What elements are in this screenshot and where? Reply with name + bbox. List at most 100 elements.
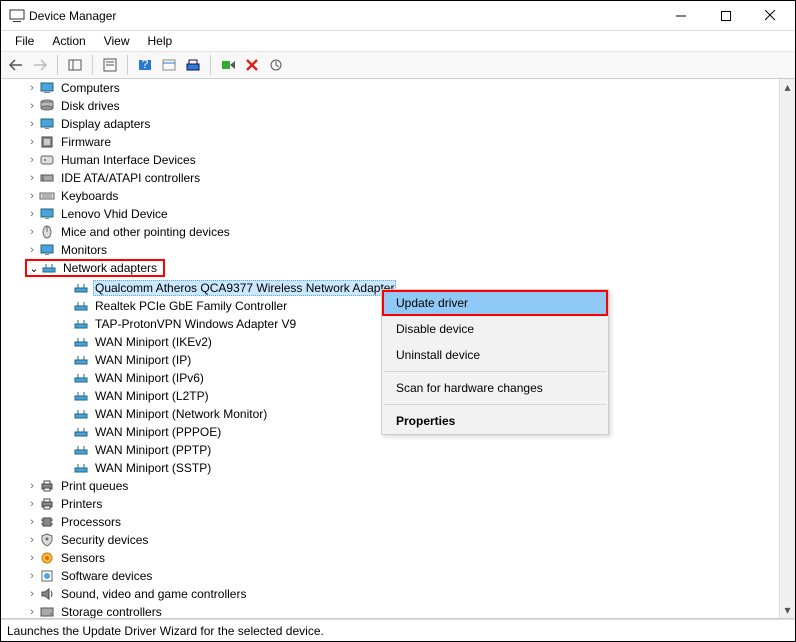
expand-chevron-icon[interactable]: › xyxy=(25,534,39,546)
vertical-scrollbar[interactable]: ▴ ▾ xyxy=(779,79,795,618)
show-hide-button[interactable] xyxy=(64,54,86,76)
tree-item-label: Processors xyxy=(59,515,123,529)
tree-category[interactable]: ›Computers xyxy=(7,79,779,97)
tree-category-network[interactable]: ⌄Network adapters xyxy=(25,259,165,277)
tree-item-label: Security devices xyxy=(59,533,150,547)
expand-chevron-icon[interactable]: › xyxy=(25,208,39,220)
tree-item-label: Keyboards xyxy=(59,189,120,203)
expand-chevron-icon[interactable]: › xyxy=(25,498,39,510)
expand-chevron-icon[interactable]: › xyxy=(25,226,39,238)
tree-category[interactable]: ›Print queues xyxy=(7,477,779,495)
tree-item-label: WAN Miniport (SSTP) xyxy=(93,461,213,475)
menu-view[interactable]: View xyxy=(96,32,138,50)
svg-text:?: ? xyxy=(142,58,149,71)
tree-item-label: IDE ATA/ATAPI controllers xyxy=(59,171,202,185)
back-button[interactable] xyxy=(5,54,27,76)
tree-item-label: Lenovo Vhid Device xyxy=(59,207,170,221)
update-driver-button[interactable] xyxy=(182,54,204,76)
tree-category[interactable]: ›Monitors xyxy=(7,241,779,259)
tree-category[interactable]: › Processors xyxy=(7,513,779,531)
context-menu-item[interactable]: Uninstall device xyxy=(382,342,608,368)
expand-chevron-icon[interactable]: › xyxy=(25,606,39,618)
network-icon xyxy=(73,424,89,440)
printer-icon xyxy=(39,478,55,494)
expand-chevron-icon[interactable]: › xyxy=(25,570,39,582)
firmware-icon xyxy=(39,134,55,150)
tree-item-adapter[interactable]: WAN Miniport (PPTP) xyxy=(7,441,779,459)
scroll-down-icon[interactable]: ▾ xyxy=(780,602,795,618)
network-icon xyxy=(73,388,89,404)
tree-category[interactable]: ›Printers xyxy=(7,495,779,513)
uninstall-button[interactable] xyxy=(241,54,263,76)
cpu-icon xyxy=(39,514,55,530)
tree-category[interactable]: › Mice and other pointing devices xyxy=(7,223,779,241)
tree-item-label: Mice and other pointing devices xyxy=(59,225,232,239)
tree-item-label: Realtek PCIe GbE Family Controller xyxy=(93,299,289,313)
network-icon xyxy=(73,352,89,368)
tree-category[interactable]: › Keyboards xyxy=(7,187,779,205)
minimize-button[interactable] xyxy=(658,2,703,30)
context-menu-item[interactable]: Properties xyxy=(382,408,608,434)
expand-chevron-icon[interactable]: › xyxy=(25,82,39,94)
tree-item-label: WAN Miniport (PPTP) xyxy=(93,443,213,457)
expand-chevron-icon[interactable]: › xyxy=(25,100,39,112)
forward-button[interactable] xyxy=(29,54,51,76)
display-icon xyxy=(39,206,55,222)
network-icon xyxy=(73,298,89,314)
expand-chevron-icon[interactable]: › xyxy=(25,172,39,184)
expand-chevron-icon[interactable]: › xyxy=(25,516,39,528)
menu-file[interactable]: File xyxy=(7,32,42,50)
expand-chevron-icon[interactable]: › xyxy=(25,154,39,166)
tree-item-adapter[interactable]: WAN Miniport (SSTP) xyxy=(7,459,779,477)
expand-chevron-icon[interactable]: › xyxy=(25,136,39,148)
toolbar: ? xyxy=(1,51,795,79)
network-icon xyxy=(73,460,89,476)
tree-category[interactable]: ›Disk drives xyxy=(7,97,779,115)
expand-chevron-icon[interactable]: › xyxy=(25,480,39,492)
tree-item-label: Storage controllers xyxy=(59,605,164,619)
tree-category[interactable]: ›Firmware xyxy=(7,133,779,151)
tree-item-label: Display adapters xyxy=(59,117,152,131)
toolbar-icon[interactable] xyxy=(158,54,180,76)
tree-category[interactable]: › Sound, video and game controllers xyxy=(7,585,779,603)
help-button[interactable]: ? xyxy=(134,54,156,76)
context-menu-item[interactable]: Disable device xyxy=(382,316,608,342)
close-button[interactable] xyxy=(748,2,793,30)
network-icon xyxy=(73,370,89,386)
computer-icon xyxy=(39,80,55,96)
maximize-button[interactable] xyxy=(703,2,748,30)
expand-chevron-icon[interactable]: ⌄ xyxy=(27,262,41,275)
network-icon xyxy=(73,316,89,332)
properties-button[interactable] xyxy=(99,54,121,76)
display-icon xyxy=(39,242,55,258)
tree-category[interactable]: › Lenovo Vhid Device xyxy=(7,205,779,223)
tree-category[interactable]: › Storage controllers xyxy=(7,603,779,619)
context-menu-item[interactable]: Update driver xyxy=(382,290,608,316)
network-icon xyxy=(73,280,89,296)
menu-action[interactable]: Action xyxy=(44,32,93,50)
expand-chevron-icon[interactable]: › xyxy=(25,588,39,600)
scroll-up-icon[interactable]: ▴ xyxy=(780,79,795,95)
scan-button[interactable] xyxy=(265,54,287,76)
expand-chevron-icon[interactable]: › xyxy=(25,552,39,564)
tree-category[interactable]: › Security devices xyxy=(7,531,779,549)
menu-help[interactable]: Help xyxy=(140,32,181,50)
status-text: Launches the Update Driver Wizard for th… xyxy=(7,624,324,638)
tree-category[interactable]: ›Sensors xyxy=(7,549,779,567)
tree-category[interactable]: › IDE ATA/ATAPI controllers xyxy=(7,169,779,187)
tree-category[interactable]: ›Software devices xyxy=(7,567,779,585)
context-menu-item[interactable]: Scan for hardware changes xyxy=(382,375,608,401)
enable-button[interactable] xyxy=(217,54,239,76)
expand-chevron-icon[interactable]: › xyxy=(25,190,39,202)
tree-item-label: WAN Miniport (PPPOE) xyxy=(93,425,223,439)
expand-chevron-icon[interactable]: › xyxy=(25,244,39,256)
tree-item-label: Sound, video and game controllers xyxy=(59,587,248,601)
tree-category[interactable]: ›Human Interface Devices xyxy=(7,151,779,169)
menu-separator xyxy=(384,371,606,372)
expand-chevron-icon[interactable]: › xyxy=(25,118,39,130)
security-icon xyxy=(39,532,55,548)
software-icon xyxy=(39,568,55,584)
ide-icon xyxy=(39,170,55,186)
tree-category[interactable]: › Display adapters xyxy=(7,115,779,133)
window-title: Device Manager xyxy=(29,9,658,23)
